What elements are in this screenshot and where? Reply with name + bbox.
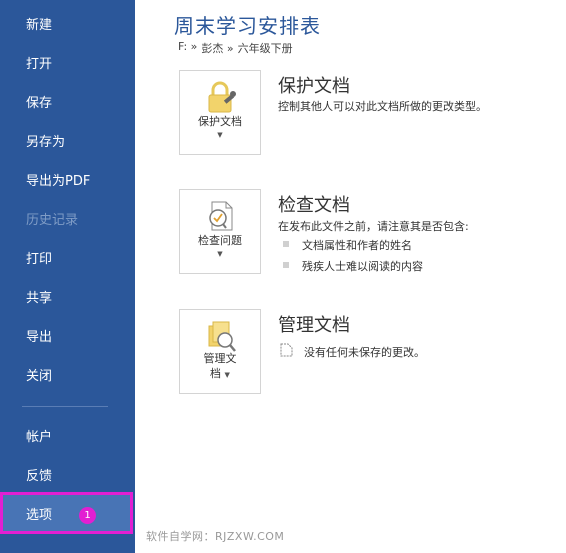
list-item: 文档属性和作者的姓名 (302, 239, 412, 252)
backstage-sidebar: 新建 打开 保存 另存为 导出为PDF 历史记录 打印 共享 导出 关闭 帐户 … (0, 0, 135, 553)
section-description: 没有任何未保存的更改。 (304, 346, 425, 359)
list-item: 残疾人士难以阅读的内容 (302, 260, 423, 273)
step-badge: 1 (79, 507, 96, 524)
sidebar-item-export-pdf[interactable]: 导出为PDF (0, 161, 135, 197)
sidebar-item-open[interactable]: 打开 (0, 44, 135, 80)
sidebar-item-label: 打印 (26, 251, 53, 267)
sidebar-item-new[interactable]: 新建 (0, 5, 135, 41)
section-title: 管理文档 (278, 315, 350, 336)
manage-document-icon (208, 321, 236, 352)
sidebar-item-feedback[interactable]: 反馈 (0, 456, 135, 492)
sidebar-item-close[interactable]: 关闭 (0, 356, 135, 392)
watermark-text: 软件自学网：RJZXW.COM (146, 530, 285, 543)
chevron-down-icon: ▼ (217, 250, 223, 258)
sidebar-item-label: 导出 (26, 329, 53, 345)
sidebar-item-label: 保存 (26, 95, 53, 111)
breadcrumb: F: » 彭杰 » 六年级下册 (178, 40, 293, 56)
sidebar-item-label: 选项 (26, 507, 53, 523)
tile-label-line2: 档 (210, 367, 222, 380)
sidebar-item-label: 反馈 (26, 468, 53, 484)
lock-icon (208, 81, 236, 113)
sidebar-item-label: 导出为PDF (26, 173, 91, 189)
inspect-document-button[interactable]: 检查问题 ▼ (179, 189, 261, 274)
tile-label: 档 ▼ (180, 367, 260, 382)
sidebar-item-print[interactable]: 打印 (0, 239, 135, 275)
section-title: 保护文档 (278, 76, 350, 97)
tile-label: 保护文档 (198, 115, 242, 128)
section-title: 检查文档 (278, 195, 350, 216)
breadcrumb-subfolder[interactable]: 六年级下册 (238, 40, 293, 56)
sidebar-item-history: 历史记录 (0, 200, 135, 236)
chevron-down-icon: ▼ (224, 371, 230, 379)
sidebar-item-share[interactable]: 共享 (0, 278, 135, 314)
sidebar-item-export[interactable]: 导出 (0, 317, 135, 353)
tile-label: 管理文 (203, 352, 237, 365)
sidebar-item-label: 帐户 (26, 429, 53, 445)
manage-document-button[interactable]: 管理文 档 ▼ (179, 309, 261, 394)
bullet-marker (283, 262, 289, 268)
breadcrumb-drive[interactable]: F: » (178, 40, 197, 56)
sidebar-item-label: 打开 (26, 56, 53, 72)
inspect-document-icon (209, 201, 233, 231)
breadcrumb-folder[interactable]: 彭杰 » (201, 40, 233, 56)
protect-document-button[interactable]: 保护文档 ▼ (179, 70, 261, 155)
section-description: 控制其他人可以对此文档所做的更改类型。 (278, 100, 487, 113)
sidebar-item-save[interactable]: 保存 (0, 83, 135, 119)
section-description: 在发布此文件之前，请注意其是否包含: (278, 220, 469, 233)
sidebar-item-label: 共享 (26, 290, 53, 306)
page-title: 周末学习安排表 (174, 14, 321, 38)
sidebar-item-account[interactable]: 帐户 (0, 417, 135, 453)
sidebar-item-label: 另存为 (26, 134, 66, 150)
sidebar-item-save-as[interactable]: 另存为 (0, 122, 135, 158)
bullet-marker (283, 241, 289, 247)
tile-label: 检查问题 (198, 234, 242, 247)
document-status-icon (280, 343, 293, 357)
sidebar-item-label: 历史记录 (26, 212, 79, 228)
chevron-down-icon: ▼ (217, 131, 223, 139)
sidebar-item-options[interactable]: 选项 1 (0, 492, 133, 534)
sidebar-item-label: 新建 (26, 17, 53, 33)
sidebar-divider (22, 406, 108, 407)
sidebar-item-label: 关闭 (26, 368, 53, 384)
